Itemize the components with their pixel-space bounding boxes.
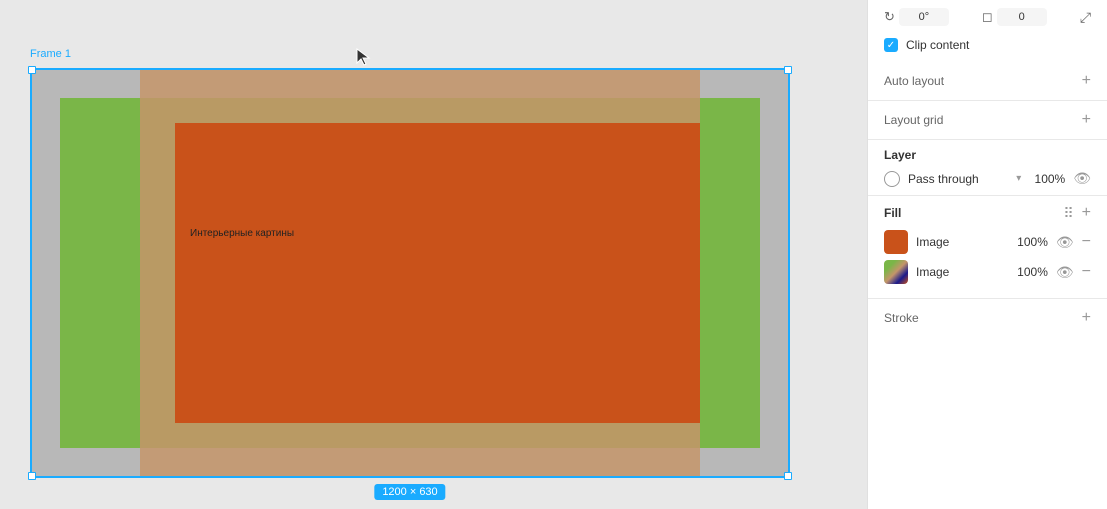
right-panel: ↻ ◻ ⤢ ✓ Clip content Auto layout + Layou…	[867, 0, 1107, 509]
fill-opacity-1[interactable]: 100%	[1012, 235, 1048, 249]
rotation-group: ↻	[884, 8, 974, 26]
checkmark-icon: ✓	[887, 40, 895, 51]
layer-row: Pass through ▾ 100% 👁	[884, 170, 1091, 187]
dimension-badge: 1200 × 630	[374, 484, 445, 500]
frame-label: Frame 1	[30, 48, 71, 60]
auto-layout-section: Auto layout +	[868, 62, 1107, 101]
fill-swatch-1[interactable]	[884, 230, 908, 254]
corner-icon: ◻	[982, 9, 993, 25]
fill-opacity-2[interactable]: 100%	[1012, 265, 1048, 279]
fill-remove-icon-1[interactable]: −	[1082, 233, 1091, 251]
fill-section: Fill ⠿ + Image 100% 👁 − Image 100% 👁 −	[868, 196, 1107, 299]
corner-input[interactable]	[997, 8, 1047, 26]
blend-mode-icon	[884, 171, 900, 187]
canvas: Frame 1 Интерьерные картины 1200 × 630	[0, 0, 867, 509]
fill-actions: ⠿ +	[1063, 204, 1091, 222]
blend-mode-arrow-icon: ▾	[1016, 173, 1021, 184]
layer-opacity-value[interactable]: 100%	[1029, 172, 1065, 186]
clip-content-row: ✓ Clip content	[868, 32, 1107, 62]
fill-title: Fill	[884, 206, 901, 220]
clip-content-checkbox[interactable]: ✓	[884, 38, 898, 52]
stroke-section: Stroke +	[868, 299, 1107, 337]
fill-add-icon[interactable]: +	[1082, 204, 1091, 222]
layer-section: Layer Pass through ▾ 100% 👁	[868, 140, 1107, 196]
fill-visibility-icon-1[interactable]: 👁	[1056, 234, 1074, 251]
auto-layout-label: Auto layout	[884, 74, 944, 88]
rotation-input[interactable]	[899, 8, 949, 26]
corner-group: ◻	[982, 8, 1072, 26]
frame-container[interactable]: Frame 1 Интерьерные картины 1200 × 630	[30, 68, 790, 478]
fill-grid-icon[interactable]: ⠿	[1063, 205, 1073, 222]
cursor-icon	[355, 47, 371, 67]
frame-content: Интерьерные картины	[30, 68, 790, 478]
layout-grid-section: Layout grid +	[868, 101, 1107, 140]
stroke-title: Stroke	[884, 311, 919, 325]
fill-header: Fill ⠿ +	[884, 204, 1091, 222]
blend-mode-label[interactable]: Pass through	[908, 172, 1008, 186]
fill-visibility-icon-2[interactable]: 👁	[1056, 264, 1074, 281]
fill-label-1: Image	[916, 235, 1004, 249]
auto-layout-add-icon[interactable]: +	[1082, 72, 1091, 90]
transform-row: ↻ ◻ ⤢	[868, 0, 1107, 32]
frame-text-label: Интерьерные картины	[190, 228, 294, 239]
clip-content-label: Clip content	[906, 38, 969, 52]
fill-item-1: Image 100% 👁 −	[884, 230, 1091, 254]
fill-swatch-2[interactable]	[884, 260, 908, 284]
layout-grid-add-icon[interactable]: +	[1082, 111, 1091, 129]
orange-layer	[175, 123, 700, 423]
fill-remove-icon-2[interactable]: −	[1082, 263, 1091, 281]
layer-visibility-icon[interactable]: 👁	[1073, 170, 1091, 187]
fill-label-2: Image	[916, 265, 1004, 279]
layer-title: Layer	[884, 148, 1091, 162]
fill-item-2: Image 100% 👁 −	[884, 260, 1091, 284]
rotation-icon: ↻	[884, 9, 895, 25]
layout-grid-label: Layout grid	[884, 113, 943, 127]
resize-icon: ⤢	[1080, 9, 1091, 26]
stroke-add-icon[interactable]: +	[1082, 309, 1091, 327]
